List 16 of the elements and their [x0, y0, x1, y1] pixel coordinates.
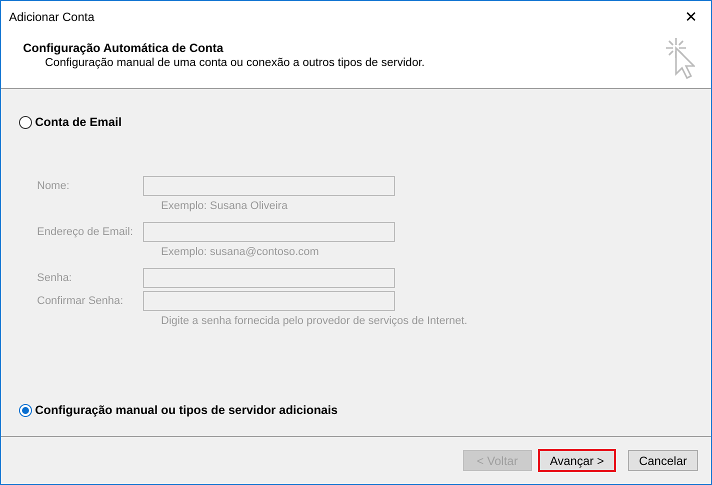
hint-text: Exemplo: susana@contoso.com [160, 246, 319, 258]
field-label: Confirmar Senha: [37, 295, 124, 307]
window-title: Adicionar Conta [9, 10, 96, 24]
radio-label[interactable]: Conta de Email [35, 115, 122, 129]
radio-label[interactable]: Configuração manual ou tipos de servidor adicionais [35, 403, 338, 417]
hint-text: Digite a senha fornecida pelo provedor de serviços de Internet. [160, 315, 468, 327]
field-label: Nome: [37, 180, 70, 192]
field-label: Senha: [37, 272, 72, 284]
dialog-button[interactable]: Avançar > [538, 450, 615, 471]
radio-button[interactable] [19, 116, 32, 128]
header-subtitle: Configuração manual de uma conta ou conexão a outros tipos de servidor. [44, 57, 426, 69]
hint-text: Exemplo: Susana Oliveira [160, 200, 288, 212]
dialog-button[interactable]: Cancelar [628, 450, 698, 471]
field-label: Endereço de Email: [37, 226, 133, 238]
radio-button[interactable] [19, 404, 32, 416]
header-title: Configuração Automática de Conta [23, 41, 224, 55]
